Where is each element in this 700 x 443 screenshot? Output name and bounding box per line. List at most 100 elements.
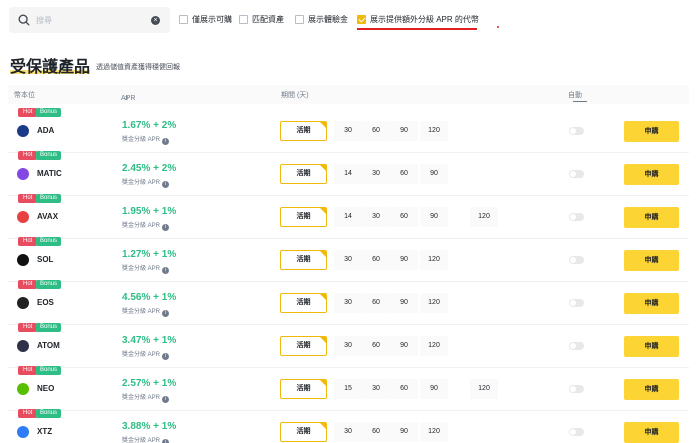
period-option[interactable]: 30 [334,121,362,141]
coin-name: AVAX [37,212,59,221]
auto-subscribe-toggle[interactable] [569,170,584,178]
info-icon[interactable]: i [162,310,170,317]
apr-value: 1.95% + 1% [122,206,177,217]
period-flexible-option[interactable]: 活期 [280,250,327,270]
subscribe-button[interactable]: 申購 [624,379,679,400]
period-option[interactable]: 90 [390,250,418,270]
bonus-apr-label: 獎金分級 APR i [122,177,170,188]
info-icon[interactable]: i [162,181,170,188]
apr-value: 1.67% + 2% [122,120,177,131]
filter-label: 展示體驗金 [308,15,348,24]
sort-icon[interactable]: ⇕ [124,95,129,102]
period-option[interactable]: 120 [420,293,448,313]
period-option[interactable]: 30 [362,379,390,399]
apr-value: 3.47% + 1% [122,335,177,346]
close-circle-icon[interactable]: × [151,15,160,25]
bonus-apr-text: 獎金分級 APR [122,352,161,358]
period-flexible-option[interactable]: 活期 [280,336,327,356]
bonus-apr-label: 獎金分級 APR i [122,349,170,360]
period-option[interactable]: 60 [362,121,390,141]
period-option[interactable]: 120 [420,250,448,270]
period-option[interactable]: 90 [390,293,418,313]
period-option[interactable]: 120 [420,336,448,356]
info-icon[interactable]: i [162,439,170,443]
period-option[interactable]: 60 [390,207,418,227]
coin-logo-icon [17,125,29,137]
period-option[interactable]: 60 [390,164,418,184]
period-flexible-option[interactable]: 活期 [280,121,327,141]
period-flexible-option[interactable]: 活期 [280,164,327,184]
table-row: Hot Bonus MATIC 2.45% + 2% 獎金分級 APR i 活期 … [8,151,689,196]
period-option[interactable]: 120 [470,379,498,399]
auto-subscribe-toggle[interactable] [569,342,584,350]
table-row: Hot Bonus ADA 1.67% + 2% 獎金分級 APR i 活期 30… [8,108,689,153]
search-input[interactable] [36,15,146,25]
period-option[interactable]: 14 [334,164,362,184]
period-option[interactable]: 30 [334,250,362,270]
period-option[interactable]: 30 [334,422,362,442]
bonus-apr-label: 獎金分級 APR i [122,306,170,317]
period-option[interactable]: 90 [420,164,448,184]
subscribe-button[interactable]: 申購 [624,336,679,357]
info-icon[interactable]: i [162,138,170,145]
checkbox[interactable] [179,15,188,24]
filter-match-assets[interactable]: 匹配資產 [239,14,284,25]
subscribe-button[interactable]: 申購 [624,250,679,271]
hot-badge: Hot [18,194,38,203]
period-option[interactable]: 60 [362,250,390,270]
period-flexible-option[interactable]: 活期 [280,379,327,399]
period-option[interactable]: 30 [334,293,362,313]
period-flexible-option[interactable]: 活期 [280,422,327,442]
period-option[interactable]: 60 [362,293,390,313]
subscribe-button[interactable]: 申購 [624,293,679,314]
subscribe-button[interactable]: 申購 [624,164,679,185]
subscribe-button[interactable]: 申購 [624,121,679,142]
period-option[interactable]: 120 [470,207,498,227]
checkbox[interactable] [295,15,304,24]
auto-subscribe-toggle[interactable] [569,385,584,393]
bonus-apr-label: 獎金分級 APR i [122,435,170,443]
period-flexible-option[interactable]: 活期 [280,207,327,227]
bonus-apr-text: 獎金分級 APR [122,438,161,443]
period-option[interactable]: 30 [334,336,362,356]
info-icon[interactable]: i [162,267,170,274]
period-option[interactable]: 15 [334,379,362,399]
checkbox-checked[interactable] [357,15,366,24]
period-option[interactable]: 14 [334,207,362,227]
filter-extra-apr[interactable]: 展示提供額外分級 APR 的代幣 [357,14,479,25]
subscribe-button[interactable]: 申購 [624,207,679,228]
apr-value: 2.45% + 2% [122,163,177,174]
period-option[interactable]: 90 [420,379,448,399]
auto-subscribe-toggle[interactable] [569,127,584,135]
auto-subscribe-toggle[interactable] [569,256,584,264]
subscribe-button[interactable]: 申購 [624,422,679,443]
filter-label: 匹配資產 [252,15,284,24]
info-icon[interactable]: i [162,353,170,360]
period-option[interactable]: 90 [420,207,448,227]
period-option[interactable]: 30 [362,207,390,227]
info-icon[interactable]: i [162,224,170,231]
info-icon[interactable]: i [162,396,170,403]
search-box[interactable]: × [9,7,170,33]
hot-badge: Hot [18,323,38,332]
table-row: Hot Bonus AVAX 1.95% + 1% 獎金分級 APR i 活期 1… [8,194,689,239]
checkbox[interactable] [239,15,248,24]
period-flexible-option[interactable]: 活期 [280,293,327,313]
period-option[interactable]: 90 [390,121,418,141]
filter-purchasable[interactable]: 僅展示可購 [179,14,232,25]
period-option[interactable]: 60 [362,422,390,442]
bonus-apr-label: 獎金分級 APR i [122,263,170,274]
auto-subscribe-toggle[interactable] [569,299,584,307]
period-option[interactable]: 90 [390,336,418,356]
period-option[interactable]: 60 [362,336,390,356]
apr-value: 4.56% + 1% [122,292,177,303]
period-option[interactable]: 90 [390,422,418,442]
period-option[interactable]: 120 [420,121,448,141]
auto-subscribe-toggle[interactable] [569,213,584,221]
period-option[interactable]: 60 [390,379,418,399]
period-option[interactable]: 120 [420,422,448,442]
filter-trial-funds[interactable]: 展示體驗金 [295,14,348,25]
auto-subscribe-toggle[interactable] [569,428,584,436]
period-option[interactable]: 30 [362,164,390,184]
hot-badge: Hot [18,280,38,289]
